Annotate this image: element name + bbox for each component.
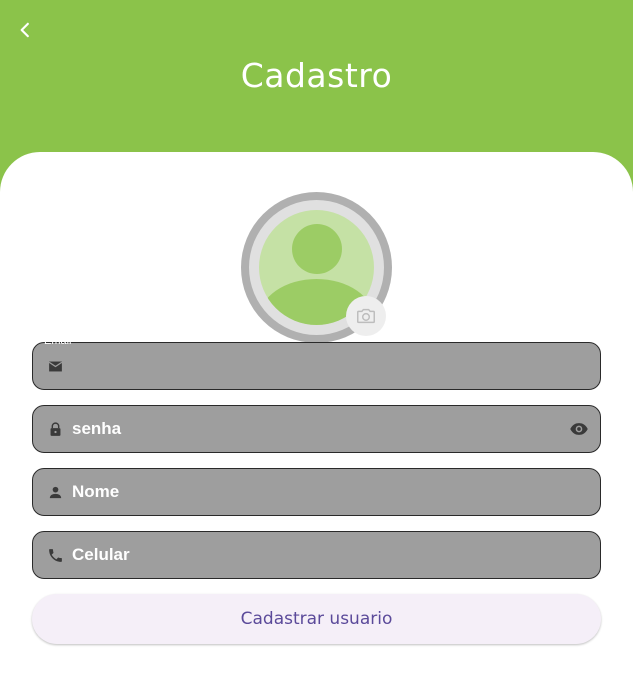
phone-icon <box>45 545 65 565</box>
email-input[interactable] <box>72 343 562 389</box>
password-field[interactable] <box>32 405 601 453</box>
name-field[interactable] <box>32 468 601 516</box>
register-user-button[interactable]: Cadastrar usuario <box>32 594 601 644</box>
page-title: Cadastro <box>240 56 393 95</box>
person-icon <box>45 482 65 502</box>
avatar[interactable] <box>241 192 392 343</box>
eye-icon <box>570 423 588 435</box>
back-button[interactable] <box>12 17 38 43</box>
mail-icon <box>45 356 65 376</box>
phone-input[interactable] <box>72 532 562 578</box>
email-field[interactable]: Email <box>32 335 601 390</box>
email-label: Email <box>44 335 72 347</box>
chevron-left-icon <box>20 22 29 38</box>
change-photo-button[interactable] <box>346 296 386 336</box>
lock-icon <box>45 419 65 439</box>
phone-field[interactable] <box>32 531 601 579</box>
toggle-password-visibility[interactable] <box>568 419 590 439</box>
password-input[interactable] <box>72 406 562 452</box>
name-input[interactable] <box>72 469 562 515</box>
camera-icon <box>357 308 375 324</box>
app-header: Cadastro <box>0 0 633 152</box>
